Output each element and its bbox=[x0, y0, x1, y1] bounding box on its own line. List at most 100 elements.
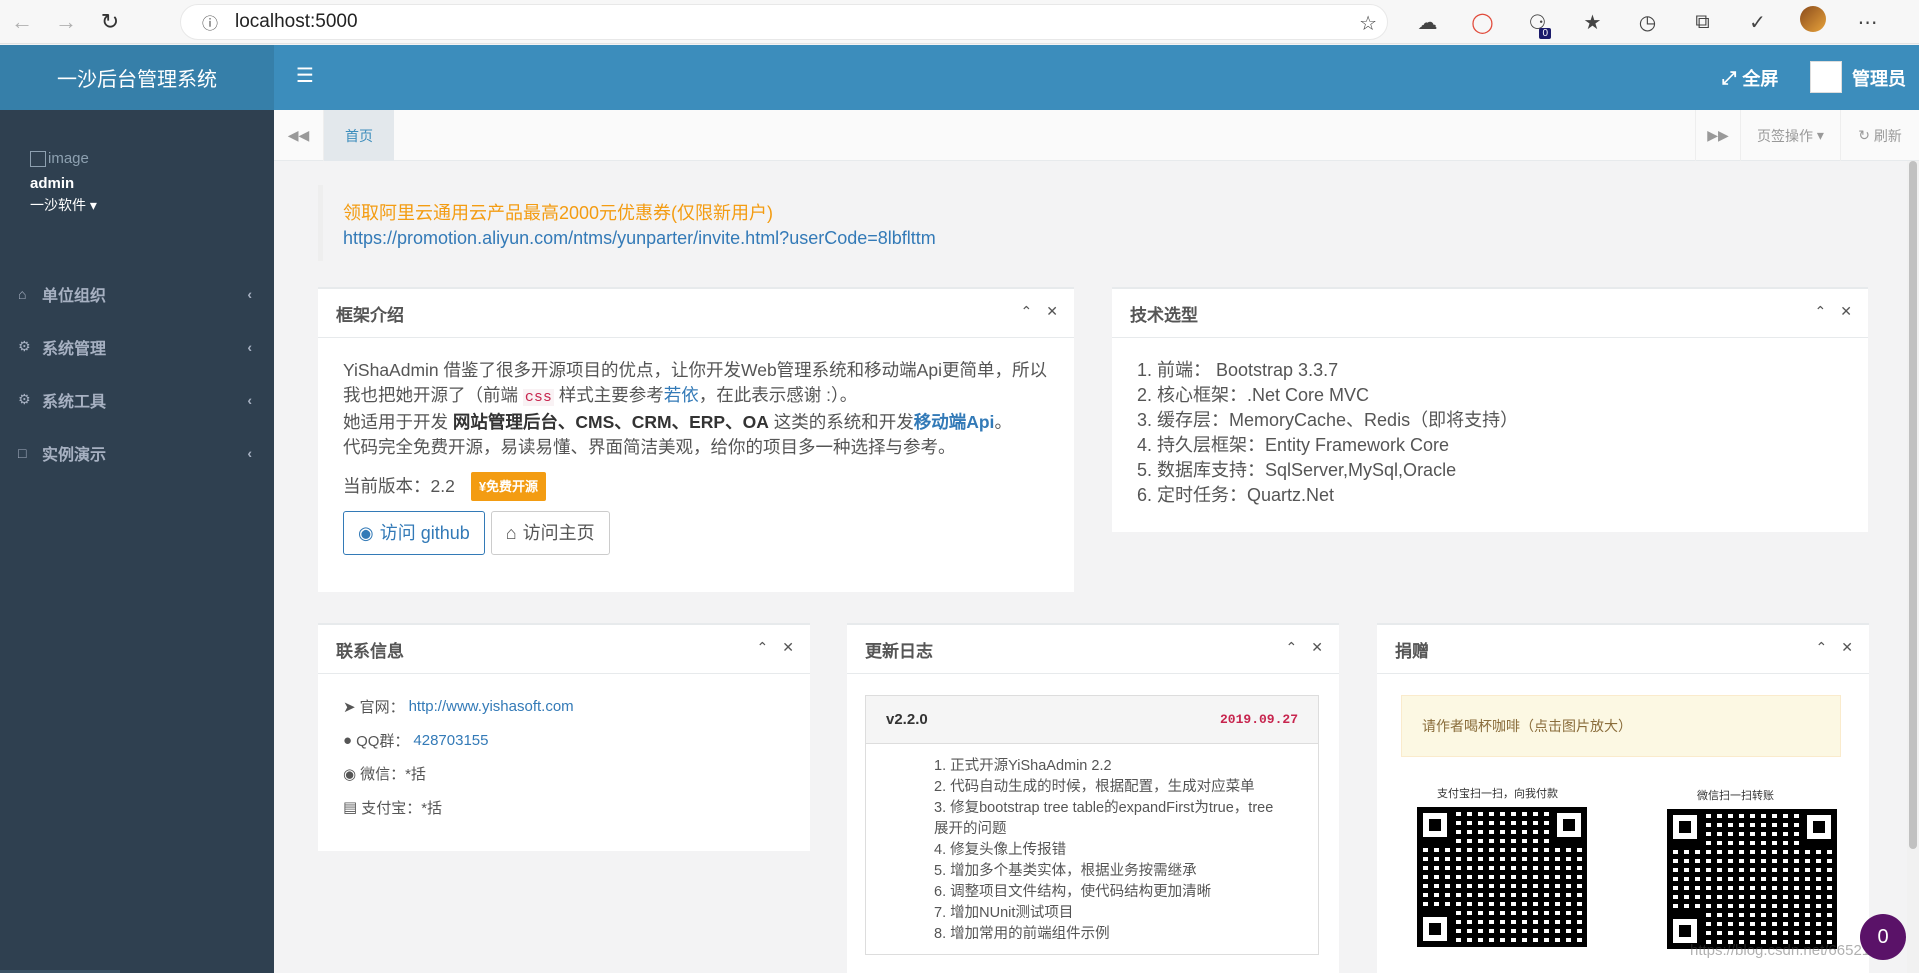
tech-item: 4. 持久层框架：Entity Framework Core bbox=[1137, 435, 1450, 455]
fullscreen-button[interactable]: ⤢ 全屏 bbox=[1722, 65, 1778, 91]
sidebar-item-org[interactable]: ⌂ 单位组织 ‹ bbox=[0, 267, 274, 320]
list-item: 3. 修复bootstrap tree table的expandFirst为tr… bbox=[934, 800, 1274, 837]
wechat-icon: ◉ bbox=[343, 765, 357, 783]
favorite-star-icon[interactable]: ☆ bbox=[1359, 11, 1377, 36]
favorites-icon[interactable]: ★ bbox=[1565, 10, 1620, 35]
extension-ring-icon[interactable]: ◯ bbox=[1455, 10, 1510, 35]
sidebar-item-system[interactable]: ⚙ 系统管理 ‹ bbox=[0, 320, 274, 373]
fullscreen-label: 全屏 bbox=[1742, 69, 1779, 89]
sidebar-menu: ⌂ 单位组织 ‹ ⚙ 系统管理 ‹ ⚙ 系统工具 ‹ □ 实例演示 ‹ bbox=[0, 267, 274, 479]
qq-link[interactable]: 428703155 bbox=[413, 732, 488, 749]
tech-box-header: 技术选型 ⌃ ✕ bbox=[1112, 289, 1868, 338]
box-tools: ⌃ ✕ bbox=[1816, 639, 1853, 656]
refresh-button[interactable]: ↻ 刷新 bbox=[1840, 110, 1919, 161]
sidebar-item-label: 系统管理 bbox=[42, 340, 107, 358]
scrollbar-thumb[interactable] bbox=[1909, 161, 1917, 849]
tab-home[interactable]: 首页 bbox=[324, 110, 394, 161]
chevron-left-icon: ‹ bbox=[247, 444, 252, 461]
extensions-bar: ☁ ◯ ⚆ 0 ★ ◷ ⧉ ✓ ⋯ bbox=[1400, 0, 1895, 44]
collapse-icon[interactable]: ⌃ bbox=[1815, 303, 1827, 320]
box-tools: ⌃ ✕ bbox=[1021, 303, 1058, 320]
close-icon[interactable]: ✕ bbox=[1046, 303, 1058, 320]
paper-plane-icon: ➤ bbox=[343, 698, 356, 716]
shield-check-icon[interactable]: ✓ bbox=[1730, 10, 1785, 35]
tech-box: 技术选型 ⌃ ✕ 1. 前端： Bootstrap 3.3.7 2. 核心框架：… bbox=[1112, 287, 1868, 532]
website-label: 官网： bbox=[359, 699, 405, 717]
sidebar-item-label: 系统工具 bbox=[42, 393, 107, 411]
wechat-text: 微信：*括 bbox=[360, 766, 426, 784]
ruoyi-link[interactable]: 若依 bbox=[664, 385, 699, 405]
collapse-icon[interactable]: ⌃ bbox=[1021, 303, 1033, 320]
reload-button[interactable]: ↻ bbox=[88, 0, 132, 44]
more-menu-icon[interactable]: ⋯ bbox=[1840, 10, 1895, 35]
visit-github-button[interactable]: ◉ 访问 github bbox=[343, 511, 485, 555]
site-info-icon[interactable]: ⓘ bbox=[193, 10, 227, 34]
intro-paragraph-3: 代码完全免费开源，易读易懂、界面简洁美观，给你的项目多一种选择与参考。 bbox=[343, 437, 956, 457]
history-icon[interactable]: ◷ bbox=[1620, 10, 1675, 35]
intro-strong: 网站管理后台、CMS、CRM、ERP、OA bbox=[452, 412, 769, 432]
changelog-list: 1. 正式开源YiShaAdmin 2.2 2. 代码自动生成的时候，根据配置，… bbox=[866, 744, 1318, 945]
contact-body: ➤ 官网： http://www.yishasoft.com ● QQ群： 42… bbox=[318, 674, 810, 840]
tab-operations-dropdown[interactable]: 页签操作 ▾ bbox=[1740, 110, 1840, 161]
intro-text: ，在此表示感谢 :）。 bbox=[698, 385, 858, 405]
extension-cloud-icon[interactable]: ☁ bbox=[1400, 10, 1455, 35]
alipay-qr-code[interactable] bbox=[1417, 807, 1587, 947]
changelog-box-header: 更新日志 ⌃ ✕ bbox=[847, 625, 1339, 674]
visit-home-label: 访问主页 bbox=[522, 522, 595, 543]
promo-text: 领取阿里云通用云产品最高2000元优惠券(仅限新用户) bbox=[343, 203, 774, 223]
intro-paragraph-2: 她适用于开发 网站管理后台、CMS、CRM、ERP、OA 这类的系统和开发移动端… bbox=[343, 410, 1049, 435]
sidebar-item-tools[interactable]: ⚙ 系统工具 ‹ bbox=[0, 373, 274, 426]
contact-website: ➤ 官网： http://www.yishasoft.com bbox=[343, 690, 785, 724]
back-button[interactable]: ← bbox=[0, 0, 44, 44]
menu-toggle-icon[interactable]: ☰ bbox=[296, 63, 314, 88]
sidebar-item-demo[interactable]: □ 实例演示 ‹ bbox=[0, 426, 274, 479]
tab-scroll-right-button[interactable]: ▶▶ bbox=[1695, 110, 1740, 161]
sidebar-item-label: 单位组织 bbox=[42, 287, 107, 305]
collapse-icon[interactable]: ⌃ bbox=[1816, 639, 1828, 656]
tab-scroll-left-button[interactable]: ◀◀ bbox=[274, 110, 324, 161]
intro-box: 框架介绍 ⌃ ✕ YiShaAdmin 借鉴了很多开源项目的优点，让你开发Web… bbox=[318, 287, 1074, 592]
page-scrollbar[interactable] bbox=[1907, 161, 1919, 973]
collapse-icon[interactable]: ⌃ bbox=[757, 639, 769, 656]
tech-item: 2. 核心框架：.Net Core MVC bbox=[1137, 385, 1370, 405]
list-item: 8. 增加常用的前端组件示例 bbox=[934, 926, 1110, 942]
profile-image[interactable]: image bbox=[30, 150, 274, 167]
intro-text: 。 bbox=[994, 412, 1012, 432]
profile-org-dropdown[interactable]: 一沙软件 ▾ bbox=[30, 195, 274, 215]
free-badge: ¥免费开源 bbox=[470, 472, 547, 501]
promo-link[interactable]: https://promotion.aliyun.com/ntms/yunpar… bbox=[343, 226, 1878, 251]
address-url[interactable]: localhost:5000 bbox=[235, 11, 358, 33]
extension-lock-icon[interactable]: ⚆ 0 bbox=[1510, 10, 1565, 39]
close-icon[interactable]: ✕ bbox=[1840, 303, 1852, 320]
mobile-api-link[interactable]: 移动端Api bbox=[914, 412, 995, 432]
profile-avatar[interactable] bbox=[1785, 6, 1840, 38]
forward-button[interactable]: → bbox=[44, 0, 88, 44]
collections-icon[interactable]: ⧉ bbox=[1675, 11, 1730, 34]
visit-home-button[interactable]: ⌂ 访问主页 bbox=[490, 511, 610, 555]
wechat-qr-code[interactable] bbox=[1667, 809, 1837, 949]
intro-buttons: ◉ 访问 github ⌂ 访问主页 bbox=[343, 511, 1049, 555]
gears-icon: ⚙ bbox=[18, 391, 31, 407]
watermark: https://blog.csdn.net/6652180 bbox=[1690, 942, 1887, 959]
version-row: 当前版本：2.2 ¥免费开源 bbox=[343, 472, 1049, 501]
contact-title: 联系信息 bbox=[336, 641, 404, 661]
chat-bubble[interactable]: 0 bbox=[1860, 914, 1906, 960]
expand-icon: ⤢ bbox=[1722, 67, 1737, 88]
address-bar[interactable]: ⓘ localhost:5000 ☆ bbox=[180, 4, 1388, 40]
website-link[interactable]: http://www.yishasoft.com bbox=[409, 698, 574, 715]
home-icon: ⌂ bbox=[18, 285, 27, 302]
close-icon[interactable]: ✕ bbox=[1841, 639, 1853, 656]
donate-title: 捐赠 bbox=[1395, 641, 1429, 661]
close-icon[interactable]: ✕ bbox=[1311, 639, 1323, 656]
visit-github-label: 访问 github bbox=[379, 522, 470, 543]
admin-avatar[interactable] bbox=[1810, 61, 1842, 93]
collapse-icon[interactable]: ⌃ bbox=[1286, 639, 1298, 656]
credit-card-icon: ▤ bbox=[343, 799, 358, 817]
list-item: 6. 调整项目文件结构，使代码结构更加清晰 bbox=[934, 884, 1212, 900]
qr-finder bbox=[1667, 809, 1703, 845]
close-icon[interactable]: ✕ bbox=[782, 639, 794, 656]
chevron-left-icon: ‹ bbox=[247, 285, 252, 302]
contact-box-header: 联系信息 ⌃ ✕ bbox=[318, 625, 810, 674]
intro-box-header: 框架介绍 ⌃ ✕ bbox=[318, 289, 1074, 338]
admin-menu[interactable]: 管理员 bbox=[1852, 65, 1906, 91]
